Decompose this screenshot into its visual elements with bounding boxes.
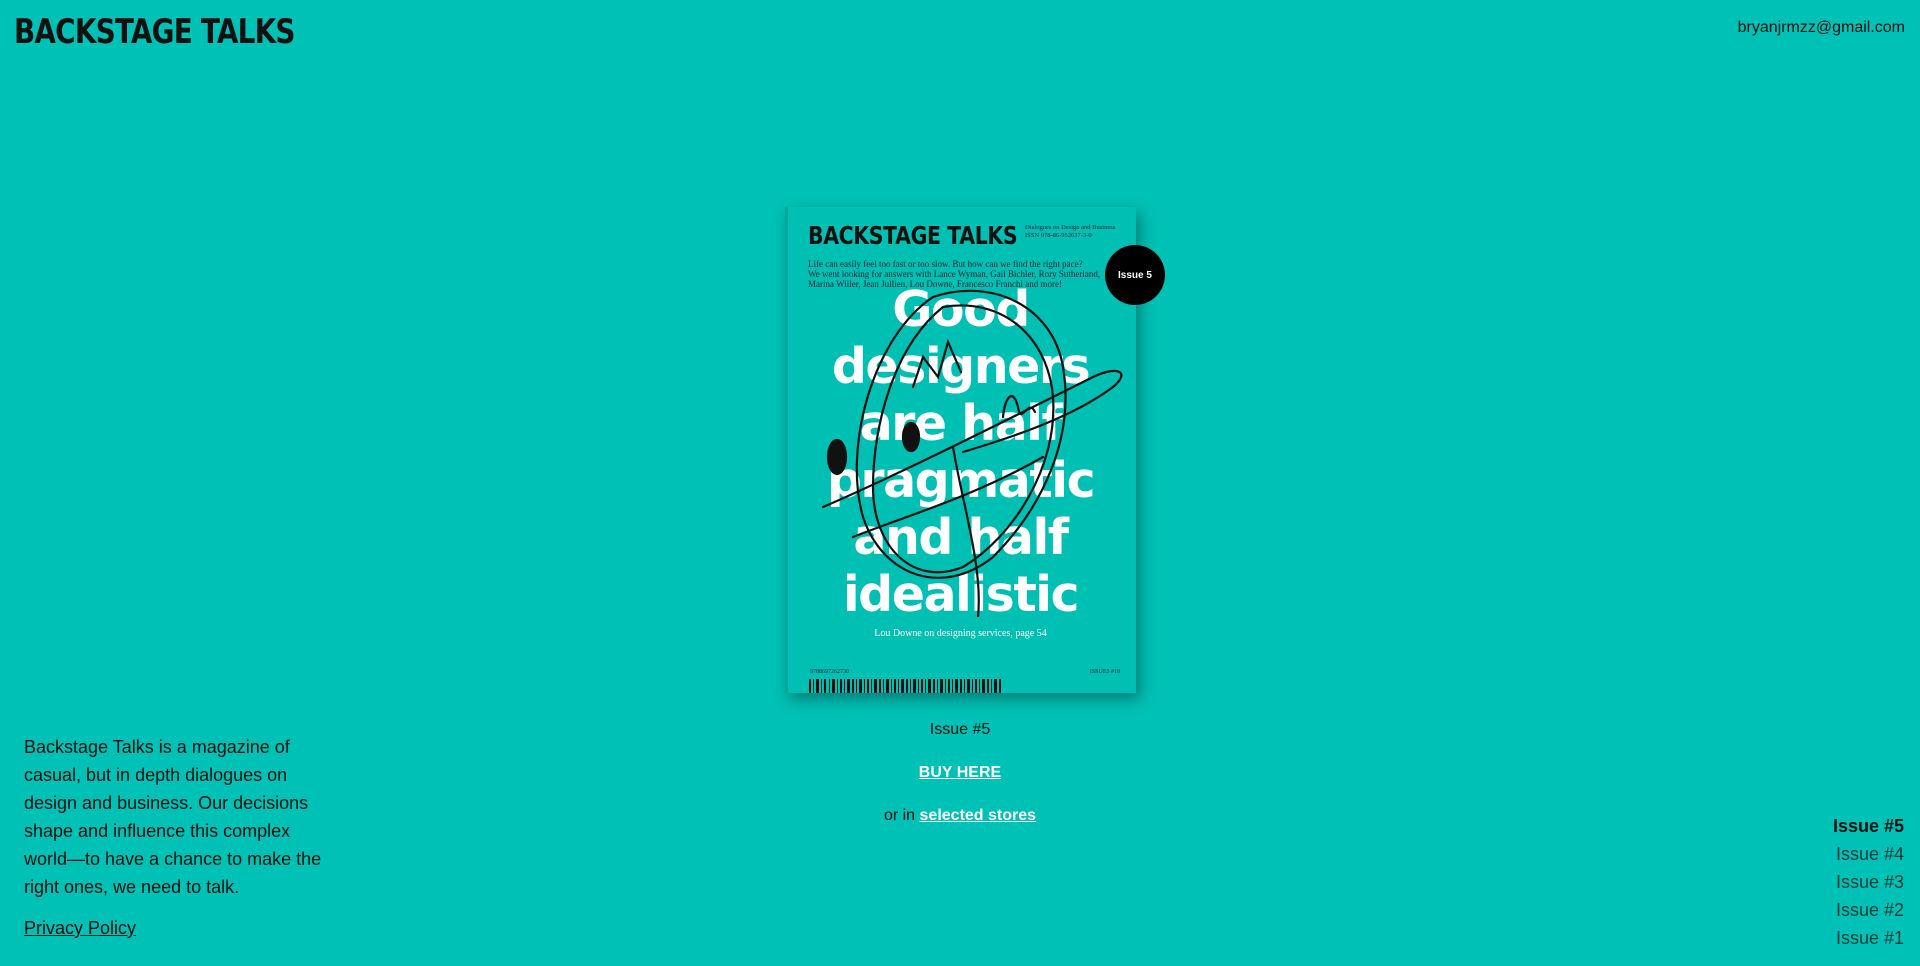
issue-nav-item-5[interactable]: Issue #5 xyxy=(1833,812,1904,840)
magazine-cover: BACKSTAGE TALKS Dialogues on Design and … xyxy=(785,207,1136,693)
cover-headline-line: are half xyxy=(859,395,1063,452)
privacy-policy-link[interactable]: Privacy Policy xyxy=(24,918,136,939)
buy-here-link[interactable]: BUY HERE xyxy=(919,764,1001,781)
contact-email-link[interactable]: bryanjrmzz@gmail.com xyxy=(1738,19,1905,37)
cover-isbn: 9788697262730 xyxy=(810,669,849,675)
cover-headline-line: pragmatic xyxy=(826,452,1096,509)
stores-prefix: or in xyxy=(883,807,916,824)
barcode xyxy=(809,679,1001,693)
issue-nav-item-2[interactable]: Issue #2 xyxy=(1833,896,1904,924)
issue-badge: Issue 5 xyxy=(1105,245,1165,305)
cover-headline-line: idealistic xyxy=(842,566,1080,623)
cover-meta-line: Dialogues on Design and Business xyxy=(1025,224,1116,231)
page: BACKSTAGE TALKS bryanjrmzz@gmail.com BAC… xyxy=(0,0,1920,966)
cover-headline-line: designers xyxy=(831,338,1091,395)
cover-blurb-line: We went looking for answers with Lance W… xyxy=(808,269,1101,279)
site-logo[interactable]: BACKSTAGE TALKS xyxy=(14,12,295,52)
cover-meta-line: ISSN 978-86-952637-3-0 xyxy=(1025,232,1092,239)
cover-meta: Dialogues on Design and Business ISSN 97… xyxy=(1025,224,1135,240)
cover-headline: Good designers are half pragmatic and ha… xyxy=(785,281,1136,623)
cover-subline: Lou Downe on designing services, page 54 xyxy=(874,628,1047,639)
about-text: Backstage Talks is a magazine of casual,… xyxy=(24,737,322,897)
cover-blurb-line: Life can easily feel too fast or too slo… xyxy=(808,259,1083,269)
issue-nav: Issue #5 Issue #4 Issue #3 Issue #2 Issu… xyxy=(1833,812,1904,952)
cover-issue-code: ISSUE5 #18 xyxy=(1089,669,1120,675)
issue-nav-item-3[interactable]: Issue #3 xyxy=(1833,868,1904,896)
issue-nav-item-1[interactable]: Issue #1 xyxy=(1833,924,1904,952)
cover-headline-line: and half xyxy=(853,509,1069,566)
cover-headline-line: Good xyxy=(892,281,1030,338)
issue-nav-item-4[interactable]: Issue #4 xyxy=(1833,840,1904,868)
cover-title: BACKSTAGE TALKS xyxy=(808,221,1018,250)
selected-stores-link[interactable]: selected stores xyxy=(920,807,1037,824)
